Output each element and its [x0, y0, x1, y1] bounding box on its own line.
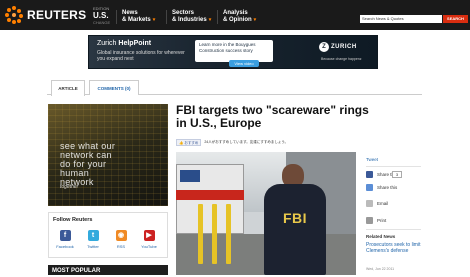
ad-callout-box: Learn more in the Bouygues Construction …	[195, 40, 273, 62]
print-link[interactable]: Print	[366, 217, 386, 224]
social-facebook[interactable]: f Facebook	[53, 230, 77, 249]
article-photo[interactable]: FBI	[176, 152, 356, 275]
tab-comments[interactable]: COMMENTS (0)	[89, 80, 139, 95]
ad-title-product: HelpPoint	[118, 40, 152, 47]
edition-change[interactable]: CHANGE	[93, 20, 110, 25]
nav-sectors-industries[interactable]: Sectors & Industries ▾	[166, 10, 211, 24]
ad-banner[interactable]: Zurich HelpPoint Global insurance soluti…	[88, 35, 378, 69]
promo-image[interactable]: see what our network can do for your hum…	[48, 104, 168, 206]
nav-analysis-line1: Analysis	[223, 10, 248, 16]
follow-reuters-box: Follow Reuters f Facebook t Twitter ◉ RS…	[48, 212, 168, 258]
ad-brand: ZURICH	[331, 44, 357, 50]
social-rss-label: RSS	[116, 244, 126, 249]
facebook-like-row: 👍 おすすめ 24人がおすすめしています。友達にすすめましょう。	[176, 138, 288, 146]
chevron-down-icon: ▾	[152, 17, 156, 23]
nav-news-markets[interactable]: News & Markets ▾	[116, 10, 155, 24]
ad-callout-text: Learn more in the Bouygues Construction …	[199, 42, 256, 53]
ad-tagline: Because change happenz	[321, 57, 362, 61]
top-nav-bar: REUTERS EDITION U.S. CHANGE News & Marke…	[0, 0, 470, 30]
share-icon	[366, 171, 373, 178]
ad-title: Zurich HelpPoint	[97, 40, 151, 48]
photo-agent-jacket: FBI	[264, 184, 326, 275]
email-link[interactable]: Email	[366, 200, 388, 207]
photo-bollard	[212, 204, 217, 264]
edition-selector[interactable]: EDITION U.S. CHANGE	[93, 6, 110, 25]
photo-truck-stripe	[176, 190, 244, 200]
divider	[366, 166, 421, 167]
share-this-icon	[366, 184, 373, 191]
zurich-logo-icon: Z	[319, 42, 329, 52]
like-thumb-icon: 👍	[179, 140, 184, 145]
social-rss[interactable]: ◉ RSS	[109, 230, 133, 249]
article-headline: FBI targets two "scareware" rings in U.S…	[176, 103, 369, 130]
most-popular-header: MOST POPULAR	[48, 265, 168, 275]
photo-bollard	[226, 204, 231, 264]
divider	[366, 229, 421, 230]
social-facebook-label: Facebook	[56, 244, 74, 249]
tweet-button[interactable]: Tweet	[366, 157, 378, 162]
like-button-label: おすすめ	[184, 140, 199, 145]
print-label: Print	[377, 218, 387, 223]
share-this-label: Share this	[377, 185, 398, 190]
email-icon	[366, 200, 373, 207]
nav-news-line2: & Markets	[122, 17, 151, 23]
email-label: Email	[377, 201, 389, 206]
related-news-title: Related News	[366, 234, 396, 239]
nav-news-line1: News	[122, 10, 138, 16]
photo-fbi-agent: FBI	[260, 164, 330, 275]
facebook-like-button[interactable]: 👍 おすすめ	[176, 138, 202, 146]
share-this-link[interactable]: Share this	[366, 184, 397, 191]
social-twitter-label: Twitter	[87, 244, 99, 249]
print-icon	[366, 217, 373, 224]
ad-title-brand: Zurich	[97, 40, 117, 47]
photo-bollard	[198, 204, 203, 264]
photo-truck-window	[180, 170, 200, 182]
nav-sectors-line2: & Industries	[172, 17, 207, 23]
share-count-badge: 3	[392, 171, 402, 178]
edition-value: U.S.	[93, 11, 109, 20]
reuters-logo[interactable]: REUTERS	[5, 6, 86, 24]
rss-icon: ◉	[115, 230, 127, 241]
article-tabs: ARTICLE COMMENTS (0)	[47, 80, 422, 96]
twitter-icon: t	[87, 230, 99, 241]
promo-text: see what our network can do for your hum…	[60, 141, 116, 187]
chevron-down-icon: ▾	[253, 17, 257, 23]
related-news-link[interactable]: Prosecutors seek to limit Clemens's defe…	[366, 242, 426, 254]
logo-text: REUTERS	[27, 8, 87, 22]
reuters-dots-icon	[5, 6, 23, 24]
facebook-icon: f	[59, 230, 71, 241]
related-news-date: Wed, Jun 22 2011	[366, 267, 395, 271]
nav-analysis-opinion[interactable]: Analysis & Opinion ▾	[217, 10, 256, 24]
promo-brand: together	[60, 184, 79, 190]
social-youtube[interactable]: ▶ YouTube	[137, 230, 161, 249]
like-count-text: 24人がおすすめしています。友達にすすめましょう。	[204, 139, 289, 144]
search-button[interactable]: SEARCH	[443, 15, 468, 23]
chevron-down-icon: ▾	[208, 17, 212, 23]
follow-title: Follow Reuters	[53, 217, 93, 223]
ad-subtitle: Global insurance solutions for wherever …	[97, 50, 185, 62]
search-input[interactable]: Search News & Quotes	[360, 15, 442, 23]
ad-view-video-button[interactable]: View video	[229, 60, 259, 67]
social-twitter[interactable]: t Twitter	[81, 230, 105, 249]
youtube-icon: ▶	[143, 230, 155, 241]
photo-fbi-lettering: FBI	[282, 210, 308, 226]
tab-article[interactable]: ARTICLE	[51, 80, 85, 96]
nav-analysis-line2: & Opinion	[223, 17, 252, 23]
social-youtube-label: YouTube	[141, 244, 157, 249]
nav-sectors-line1: Sectors	[172, 10, 195, 16]
